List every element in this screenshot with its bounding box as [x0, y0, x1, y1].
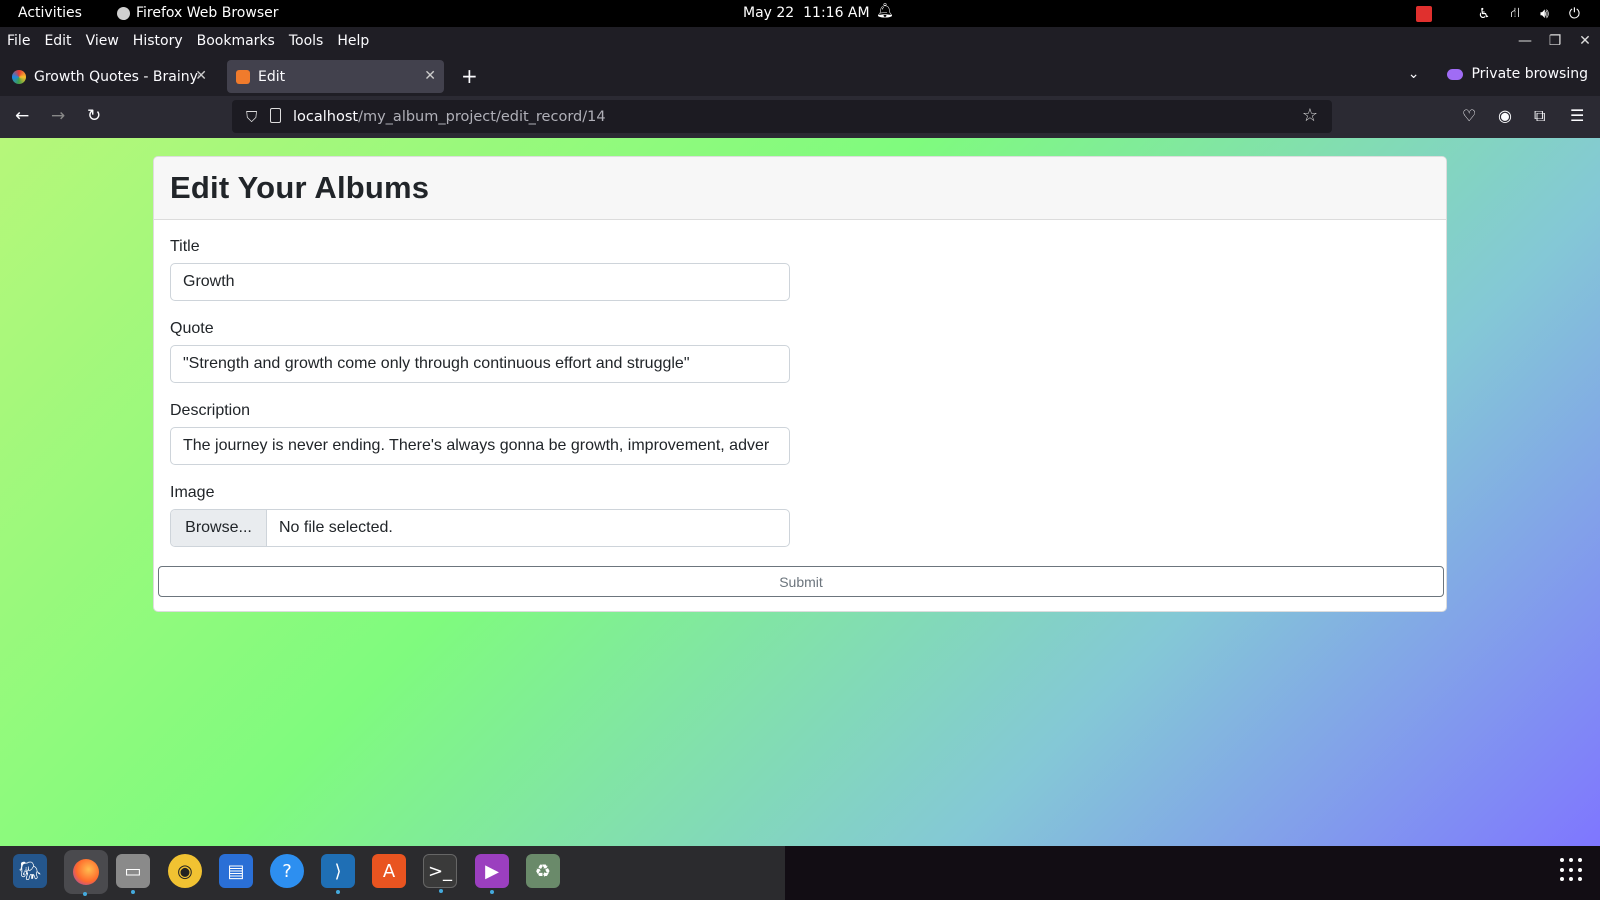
back-icon[interactable]: ←: [15, 106, 29, 126]
network-icon[interactable]: ⛙: [1510, 5, 1520, 23]
reload-icon[interactable]: ↻: [87, 106, 101, 126]
dock-apps: 🐘︎ ▭ ◉ ▤ ? ⟩ A >_ ▶ ♻: [0, 846, 785, 900]
edit-form-card: Edit Your Albums Title Growth Quote "Str…: [153, 156, 1447, 612]
menu-bookmarks[interactable]: Bookmarks: [197, 33, 275, 49]
title-field: Title Growth: [170, 238, 790, 301]
tab-edit[interactable]: Edit ✕: [227, 60, 444, 93]
page-title: Edit Your Albums: [170, 170, 430, 205]
menu-history[interactable]: History: [133, 33, 183, 49]
card-header: Edit Your Albums: [154, 157, 1446, 220]
hamburger-menu-icon[interactable]: ☰: [1570, 106, 1584, 125]
forward-icon[interactable]: →: [51, 106, 65, 126]
firefox-icon[interactable]: [64, 850, 108, 896]
new-tab-icon[interactable]: +: [461, 64, 478, 88]
description-field: Description The journey is never ending.…: [170, 402, 790, 465]
activities-button[interactable]: Activities: [18, 5, 82, 21]
restore-icon[interactable]: ❐: [1540, 33, 1570, 49]
tab-bar-right: ⌄ Private browsing: [1408, 66, 1588, 82]
power-icon[interactable]: ⏻: [1569, 6, 1580, 22]
trash-icon[interactable]: ♻: [526, 854, 560, 888]
show-apps-icon[interactable]: [1560, 858, 1584, 882]
menu-view[interactable]: View: [86, 33, 119, 49]
quote-label: Quote: [170, 320, 214, 337]
image-file-input[interactable]: Browse... No file selected.: [170, 509, 790, 547]
app-indicator-icon[interactable]: [1415, 5, 1432, 22]
terminal-icon[interactable]: >_: [423, 854, 457, 893]
minimize-icon[interactable]: —: [1510, 33, 1540, 49]
system-top-bar: Activities Firefox Web Browser May 22 11…: [0, 0, 1600, 27]
description-label: Description: [170, 402, 251, 419]
app-menu[interactable]: Firefox Web Browser: [117, 5, 279, 21]
url-host: localhost: [293, 108, 359, 125]
close-tab-icon[interactable]: ✕: [424, 68, 436, 84]
menu-help[interactable]: Help: [337, 33, 369, 49]
window-controls: — ❐ ✕: [1510, 27, 1600, 55]
title-label: Title: [170, 238, 200, 255]
dock: 🐘︎ ▭ ◉ ▤ ? ⟩ A >_ ▶ ♻: [0, 846, 1600, 900]
firefox-icon: [117, 6, 130, 20]
xampp-favicon-icon: [236, 69, 250, 84]
quote-field: Quote "Strength and growth come only thr…: [170, 320, 790, 383]
browse-button[interactable]: Browse...: [171, 510, 267, 546]
navigation-bar: ← → ↻ ⛉ localhost/my_album_project/edit_…: [0, 96, 1600, 138]
media-icon[interactable]: ▶: [475, 854, 509, 894]
menu-edit[interactable]: Edit: [44, 33, 71, 49]
volume-icon[interactable]: 🔊︎: [1540, 6, 1549, 22]
image-label: Image: [170, 484, 215, 501]
close-window-icon[interactable]: ✕: [1570, 33, 1600, 49]
account-icon[interactable]: ◉: [1498, 106, 1512, 125]
quote-input[interactable]: "Strength and growth come only through c…: [170, 345, 790, 383]
files-icon[interactable]: ▭: [116, 854, 150, 894]
menu-bar: File Edit View History Bookmarks Tools H…: [0, 27, 1600, 55]
private-browsing-icon: [1447, 68, 1464, 80]
image-field: Image Browse... No file selected.: [170, 484, 790, 547]
system-tray[interactable]: ♿︎ ⛙ 🔊︎ ⏻: [1415, 0, 1600, 27]
submit-button[interactable]: Submit: [158, 566, 1444, 597]
tab-growth-quotes[interactable]: Growth Quotes - BrainyQuote ✕: [3, 60, 215, 93]
page-info-icon[interactable]: [270, 108, 281, 123]
page-content: Edit Your Albums Title Growth Quote "Str…: [0, 138, 1600, 846]
menu-file[interactable]: File: [7, 33, 30, 49]
pocket-icon[interactable]: ♡: [1462, 106, 1476, 125]
tab-title: Growth Quotes - BrainyQuote: [34, 68, 199, 85]
accessibility-icon[interactable]: ♿︎: [1478, 6, 1491, 22]
bookmark-star-icon[interactable]: ☆: [1302, 105, 1318, 126]
close-tab-icon[interactable]: ✕: [195, 68, 207, 84]
date: May 22: [743, 5, 795, 21]
help-icon[interactable]: ?: [270, 854, 304, 888]
brainyquote-favicon-icon: [12, 69, 26, 84]
tracking-protection-icon[interactable]: ⛉: [246, 108, 257, 126]
private-browsing-label: Private browsing: [1471, 66, 1588, 82]
url-path: /my_album_project/edit_record/14: [358, 108, 606, 125]
url-bar[interactable]: ⛉ localhost/my_album_project/edit_record…: [232, 100, 1332, 133]
list-all-tabs-icon[interactable]: ⌄: [1408, 66, 1420, 82]
time: 11:16 AM: [803, 5, 870, 21]
tab-bar: Growth Quotes - BrainyQuote ✕ Edit ✕ + ⌄…: [0, 55, 1600, 96]
vscode-icon[interactable]: ⟩: [321, 854, 355, 894]
software-icon[interactable]: A: [372, 854, 406, 888]
pgadmin-icon[interactable]: 🐘︎: [13, 854, 47, 888]
app-name: Firefox Web Browser: [136, 5, 279, 21]
writer-icon[interactable]: ▤: [219, 854, 253, 888]
tab-title: Edit: [258, 68, 286, 85]
rhythmbox-icon[interactable]: ◉: [168, 854, 202, 888]
extensions-icon[interactable]: ⧉: [1534, 106, 1545, 126]
clock[interactable]: May 22 11:16 AM: [743, 5, 870, 21]
no-file-text: No file selected.: [279, 519, 393, 536]
notification-bell-icon[interactable]: 🔔︎: [876, 3, 894, 19]
menu-tools[interactable]: Tools: [289, 33, 324, 49]
description-input[interactable]: The journey is never ending. There's alw…: [170, 427, 790, 465]
title-input[interactable]: Growth: [170, 263, 790, 301]
